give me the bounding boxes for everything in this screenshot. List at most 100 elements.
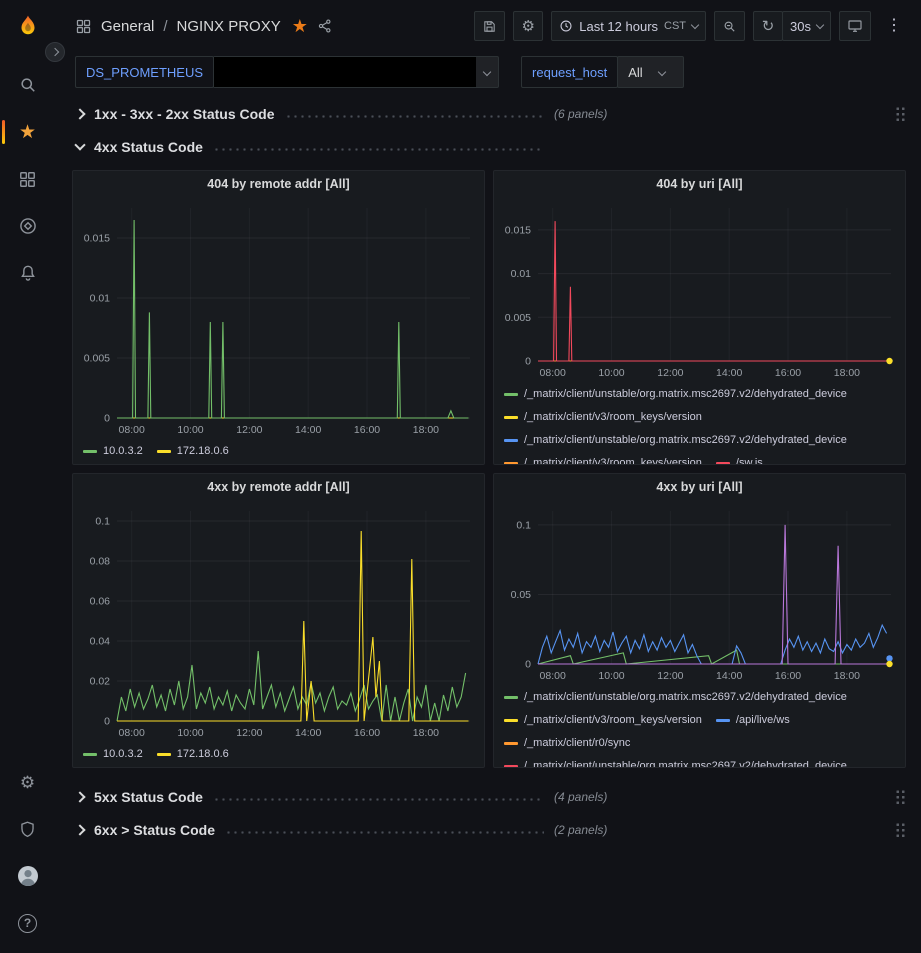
svg-text:16:00: 16:00 xyxy=(775,670,801,682)
sidebar-item-profile[interactable] xyxy=(0,859,55,893)
timeseries-chart[interactable]: 00.020.040.060.080.108:0010:0012:0014:00… xyxy=(73,501,484,743)
svg-text:18:00: 18:00 xyxy=(413,727,439,739)
legend-item[interactable]: 10.0.3.2 xyxy=(83,743,143,766)
panel-legend: 10.0.3.2 172.18.0.6 xyxy=(73,440,484,463)
dashboard-settings-button[interactable]: ⚙ xyxy=(513,11,543,41)
row-header-4xx[interactable]: 4xx Status Code xyxy=(72,132,906,162)
sidebar-item-help[interactable]: ? xyxy=(0,906,55,940)
request-host-variable-picker[interactable]: All xyxy=(617,56,683,88)
row-header-6xx[interactable]: 6xx > Status Code (2 panels) xyxy=(72,815,906,845)
zoom-out-button[interactable] xyxy=(714,11,745,41)
legend-swatch xyxy=(83,753,97,756)
dashboard-icon xyxy=(75,18,92,35)
monitor-icon xyxy=(847,18,863,34)
legend-swatch xyxy=(157,450,171,453)
row-drag-handle[interactable] xyxy=(895,822,906,838)
share-icon[interactable] xyxy=(317,18,333,34)
breadcrumb-section[interactable]: General xyxy=(101,18,154,35)
legend-item[interactable]: /_matrix/client/r0/sync xyxy=(504,732,630,755)
svg-text:16:00: 16:00 xyxy=(354,424,380,436)
panel-legend: 10.0.3.2 172.18.0.6 xyxy=(73,743,484,766)
request-host-variable-label: request_host xyxy=(521,56,618,88)
row-drag-handle[interactable] xyxy=(895,789,906,805)
panel-4xx-by-remote-addr: 4xx by remote addr [All] 00.020.040.060.… xyxy=(72,473,485,768)
sidebar-item-explore[interactable] xyxy=(0,209,55,243)
refresh-button[interactable]: ↻ xyxy=(753,11,783,41)
sidebar: ★ ⚙ ? xyxy=(0,0,55,953)
chevron-down-icon xyxy=(691,20,699,28)
panel-title[interactable]: 4xx by remote addr [All] xyxy=(73,474,484,501)
svg-text:0.08: 0.08 xyxy=(90,556,111,568)
sidebar-item-alerting[interactable] xyxy=(0,256,55,290)
svg-text:0.04: 0.04 xyxy=(90,636,111,648)
row-header-1xx-3xx-2xx[interactable]: 1xx - 3xx - 2xx Status Code (6 panels) xyxy=(72,99,906,129)
svg-text:0.05: 0.05 xyxy=(511,589,532,601)
svg-text:14:00: 14:00 xyxy=(716,670,742,682)
datasource-variable-picker[interactable] xyxy=(213,56,499,88)
breadcrumb-dashboard-title[interactable]: NGINX PROXY xyxy=(177,18,281,35)
gear-icon: ⚙ xyxy=(522,19,535,34)
help-icon: ? xyxy=(18,914,37,933)
dashboards-grid-icon xyxy=(18,170,37,189)
kebab-icon: ⋮ xyxy=(886,18,902,34)
legend-item[interactable]: /_matrix/client/v3/room_keys/version xyxy=(504,452,702,465)
legend-item[interactable]: /_matrix/client/unstable/org.matrix.msc2… xyxy=(504,686,847,709)
row-header-5xx[interactable]: 5xx Status Code (4 panels) xyxy=(72,782,906,812)
star-icon: ★ xyxy=(19,123,36,142)
panel-title[interactable]: 404 by uri [All] xyxy=(494,171,905,198)
save-icon xyxy=(482,19,497,34)
refresh-icon: ↻ xyxy=(762,19,775,34)
sidebar-expand-button[interactable] xyxy=(45,42,65,62)
svg-text:0: 0 xyxy=(525,356,531,368)
legend-item[interactable]: /_matrix/client/v3/room_keys/version xyxy=(504,406,702,429)
breadcrumb: General / NGINX PROXY ★ xyxy=(75,16,333,37)
legend-swatch xyxy=(83,450,97,453)
svg-text:0.015: 0.015 xyxy=(84,233,110,245)
sidebar-item-dashboards[interactable] xyxy=(0,162,55,196)
sidebar-item-configuration[interactable]: ⚙ xyxy=(0,765,55,799)
sidebar-item-server-admin[interactable] xyxy=(0,812,55,846)
legend-item[interactable]: /api/live/ws xyxy=(716,709,790,732)
panel-title[interactable]: 4xx by uri [All] xyxy=(494,474,905,501)
save-dashboard-button[interactable] xyxy=(474,11,505,41)
sidebar-item-search[interactable] xyxy=(0,68,55,102)
timeseries-chart[interactable]: 00.0050.010.01508:0010:0012:0014:0016:00… xyxy=(73,198,484,440)
favorite-star-icon[interactable]: ★ xyxy=(292,16,308,37)
legend-item[interactable]: /_matrix/client/unstable/org.matrix.msc2… xyxy=(504,429,847,452)
legend-item[interactable]: 172.18.0.6 xyxy=(157,743,229,766)
time-range-label: Last 12 hours xyxy=(579,19,658,34)
svg-text:18:00: 18:00 xyxy=(413,424,439,436)
legend-item[interactable]: /sw.js xyxy=(716,452,763,465)
cycle-view-mode-button[interactable] xyxy=(839,11,871,41)
legend-item[interactable]: /_matrix/client/v3/room_keys/version xyxy=(504,709,702,732)
chevron-right-icon xyxy=(51,48,59,56)
row-title[interactable]: 1xx - 3xx - 2xx Status Code xyxy=(94,106,275,122)
chevron-right-icon xyxy=(74,791,85,802)
timeseries-chart[interactable]: 00.0050.010.01508:0010:0012:0014:0016:00… xyxy=(494,198,905,383)
row-drag-handle[interactable] xyxy=(895,106,906,122)
legend-swatch xyxy=(504,719,518,722)
time-range-picker[interactable]: Last 12 hours CST xyxy=(551,11,706,41)
timeseries-chart[interactable]: 00.050.108:0010:0012:0014:0016:0018:00 xyxy=(494,501,905,686)
svg-text:0.1: 0.1 xyxy=(95,516,110,528)
svg-text:0.01: 0.01 xyxy=(511,268,532,280)
kebab-menu-button[interactable]: ⋮ xyxy=(879,11,909,41)
legend-swatch xyxy=(504,765,518,768)
datasource-variable-label: DS_PROMETHEUS xyxy=(75,56,214,88)
panel-grid: 404 by remote addr [All] 00.0050.010.015… xyxy=(72,170,906,768)
grafana-logo[interactable] xyxy=(0,10,55,44)
refresh-interval-dropdown[interactable]: 30s xyxy=(782,11,831,41)
panel-404-by-remote-addr: 404 by remote addr [All] 00.0050.010.015… xyxy=(72,170,485,465)
legend-item[interactable]: 172.18.0.6 xyxy=(157,440,229,463)
dotted-leader xyxy=(213,148,544,151)
panel-legend: /_matrix/client/unstable/org.matrix.msc2… xyxy=(494,686,905,768)
row-title[interactable]: 5xx Status Code xyxy=(94,789,203,805)
row-title[interactable]: 6xx > Status Code xyxy=(94,822,215,838)
legend-item[interactable]: /_matrix/client/unstable/org.matrix.msc2… xyxy=(504,383,847,406)
row-title[interactable]: 4xx Status Code xyxy=(94,139,203,155)
legend-item[interactable]: 10.0.3.2 xyxy=(83,440,143,463)
panel-title[interactable]: 404 by remote addr [All] xyxy=(73,171,484,198)
legend-swatch xyxy=(504,393,518,396)
sidebar-item-starred[interactable]: ★ xyxy=(0,115,55,149)
legend-item[interactable]: /_matrix/client/unstable/org.matrix.msc2… xyxy=(504,755,847,768)
